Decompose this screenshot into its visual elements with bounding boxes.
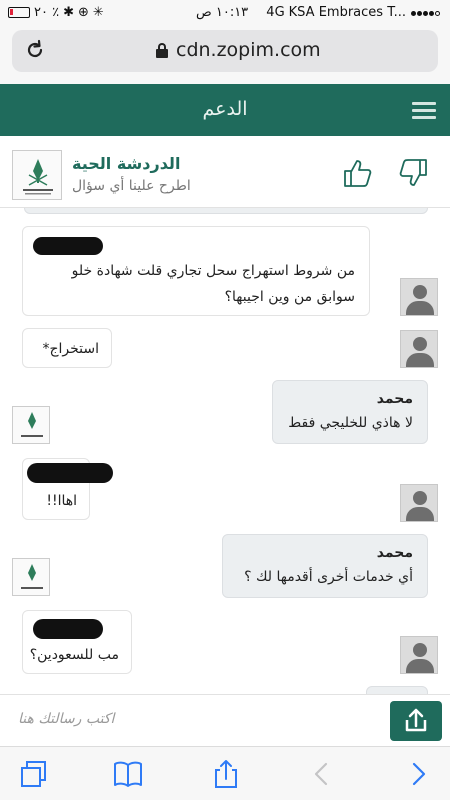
thumbs-up-icon[interactable] bbox=[343, 158, 375, 188]
status-bar: ٢٠ ٪ ✱ ⊕ ✳ ١٠:١٣ ص 4G KSA Embraces T... bbox=[0, 0, 450, 26]
message-author: محمد bbox=[376, 391, 413, 407]
address-bar[interactable]: cdn.zopim.com bbox=[12, 30, 438, 72]
bookmarks-icon[interactable] bbox=[112, 759, 144, 789]
message-text: لا هاذي للخليجي فقط bbox=[288, 415, 413, 431]
message-text: سوابق من وين اجيبها؟ bbox=[224, 289, 355, 305]
redacted-name bbox=[33, 237, 103, 255]
upload-icon bbox=[405, 708, 427, 732]
visitor-message: استخراج* bbox=[22, 328, 112, 368]
forward-icon[interactable] bbox=[402, 759, 434, 789]
visitor-message: من شروط استهراج سحل تجاري قلت شهادة خلو … bbox=[22, 226, 370, 316]
agent-message: محمد أي خدمات أخرى أقدمها لك ؟ bbox=[222, 534, 428, 598]
status-left: ٢٠ ٪ ✱ ⊕ ✳ bbox=[8, 5, 104, 20]
activity-spinner-icon: ✳ bbox=[92, 5, 104, 20]
message-author: محمد bbox=[376, 545, 413, 561]
message-text: اهاا!! bbox=[46, 493, 77, 509]
message-text: من شروط استهراج سحل تجاري قلت شهادة خلو bbox=[71, 263, 355, 279]
visitor-avatar bbox=[400, 484, 438, 522]
message-input[interactable]: اكتب رسالتك هنا bbox=[18, 711, 114, 727]
redacted-name bbox=[33, 619, 103, 639]
reload-icon[interactable] bbox=[24, 39, 46, 61]
chat-log[interactable]: من شروط استهراج سحل تجاري قلت شهادة خلو … bbox=[0, 208, 450, 694]
header-title: الدعم bbox=[202, 98, 248, 120]
agent-avatar-logo bbox=[12, 406, 50, 444]
redacted-name bbox=[27, 463, 113, 483]
message-composer: اكتب رسالتك هنا bbox=[0, 694, 450, 746]
send-button[interactable] bbox=[390, 701, 442, 741]
message-text: أي خدمات أخرى أقدمها لك ؟ bbox=[244, 569, 413, 585]
share-icon[interactable] bbox=[210, 759, 242, 789]
orientation-lock-icon: ⊕ bbox=[78, 5, 89, 20]
message-text: استخراج* bbox=[42, 341, 99, 357]
carrier-name: KSA Embraces T... bbox=[288, 5, 406, 20]
agent-bar: الدردشة الحية اطرح علينا أي سؤال bbox=[0, 136, 450, 208]
agent-bubble-partial bbox=[24, 208, 428, 214]
visitor-avatar bbox=[400, 636, 438, 674]
visitor-avatar bbox=[400, 330, 438, 368]
visitor-message: مب للسعودين؟ bbox=[22, 610, 132, 674]
thumbs-down-icon[interactable] bbox=[396, 158, 428, 188]
url-text: cdn.zopim.com bbox=[176, 39, 321, 61]
agent-bubble-partial bbox=[366, 686, 428, 694]
bluetooth-icon: ✱ bbox=[63, 5, 74, 20]
app-header: الدعم bbox=[0, 84, 450, 136]
tabs-icon[interactable] bbox=[18, 759, 50, 789]
agent-avatar-logo bbox=[12, 558, 50, 596]
status-time: ١٠:١٣ ص bbox=[196, 5, 249, 20]
menu-icon[interactable] bbox=[412, 102, 436, 120]
browser-toolbar bbox=[0, 746, 450, 800]
battery-icon bbox=[8, 7, 30, 18]
signal-icon bbox=[410, 5, 440, 20]
visitor-message: اهاا!! bbox=[22, 458, 113, 520]
agent-message: محمد لا هاذي للخليجي فقط bbox=[272, 380, 428, 444]
browser-address-area: cdn.zopim.com bbox=[0, 26, 450, 84]
ministry-logo bbox=[12, 150, 62, 200]
agent-name: الدردشة الحية bbox=[72, 154, 181, 173]
lock-icon bbox=[156, 42, 168, 58]
battery-percent: ٢٠ ٪ bbox=[34, 5, 60, 20]
visitor-avatar bbox=[400, 278, 438, 316]
network-type: 4G bbox=[266, 5, 285, 20]
message-text: مب للسعودين؟ bbox=[29, 647, 119, 663]
back-icon[interactable] bbox=[306, 759, 338, 789]
agent-tagline: اطرح علينا أي سؤال bbox=[72, 178, 191, 194]
url-display[interactable]: cdn.zopim.com bbox=[156, 39, 321, 61]
status-right: 4G KSA Embraces T... bbox=[266, 5, 440, 20]
